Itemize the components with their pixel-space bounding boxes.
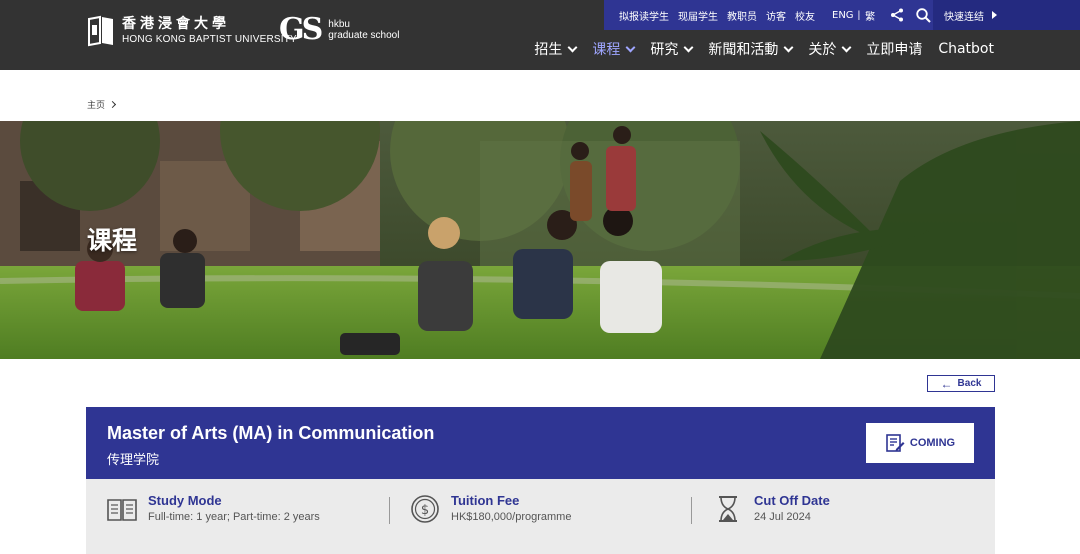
tuition-fee-item: $ Tuition Fee HK$180,000/programme bbox=[409, 493, 571, 525]
gs-line-hkbu: hkbu bbox=[328, 19, 350, 30]
nav-chatbot[interactable]: Chatbot bbox=[938, 41, 994, 57]
chevron-right-icon bbox=[108, 100, 117, 109]
gs-line-graduate-school: graduate school bbox=[328, 30, 400, 41]
nav-about[interactable]: 关於 bbox=[808, 39, 852, 59]
share-icon[interactable] bbox=[890, 6, 904, 24]
coin-dollar-icon: $ bbox=[411, 495, 439, 523]
study-mode-value: Full-time: 1 year; Part-time: 2 years bbox=[148, 510, 320, 523]
hero-campus-photo bbox=[0, 121, 1080, 359]
nav-research[interactable]: 研究 bbox=[650, 39, 694, 59]
hourglass-icon bbox=[719, 496, 737, 522]
hkbu-logo[interactable]: 香港浸會大學 HONG KONG BAPTIST UNIVERSITY bbox=[86, 14, 297, 48]
programme-faculty: 传理学院 bbox=[107, 453, 160, 468]
link-prospective-students[interactable]: 拟报读学生 bbox=[619, 8, 669, 23]
back-button[interactable]: ← Back bbox=[927, 375, 995, 392]
link-current-students[interactable]: 现届学生 bbox=[678, 8, 718, 23]
graduate-school-logo[interactable]: GS hkbu graduate school bbox=[279, 14, 399, 46]
chevron-down-icon bbox=[567, 42, 578, 52]
hkbu-emblem-icon bbox=[88, 15, 113, 47]
info-divider bbox=[691, 497, 692, 524]
application-status-label: COMING bbox=[909, 437, 956, 449]
page-title: 课程 bbox=[87, 226, 138, 255]
chevron-down-icon bbox=[783, 42, 794, 52]
study-mode-item: Study Mode Full-time: 1 year; Part-time:… bbox=[106, 493, 320, 525]
cut-off-date-label: Cut Off Date bbox=[754, 493, 830, 508]
chevron-down-icon bbox=[683, 42, 694, 52]
svg-text:$: $ bbox=[421, 503, 429, 518]
programme-title: Master of Arts (MA) in Communication bbox=[107, 423, 435, 443]
tuition-fee-value: HK$180,000/programme bbox=[451, 510, 572, 523]
logo-english-name: HONG KONG BAPTIST UNIVERSITY bbox=[122, 34, 297, 45]
info-divider bbox=[389, 497, 390, 524]
cut-off-date-item: Cut Off Date 24 Jul 2024 bbox=[712, 493, 830, 525]
breadcrumb-home[interactable]: 主页 bbox=[87, 98, 105, 111]
caret-right-icon bbox=[992, 11, 997, 19]
study-mode-label: Study Mode bbox=[148, 493, 222, 508]
application-status-button[interactable]: COMING bbox=[866, 423, 974, 463]
nav-apply-now[interactable]: 立即申请 bbox=[866, 39, 922, 59]
quick-links-label: 快速连结 bbox=[944, 11, 984, 23]
link-alumni[interactable]: 校友 bbox=[795, 8, 815, 23]
open-book-icon bbox=[107, 499, 137, 521]
breadcrumb: 主页 bbox=[87, 98, 117, 111]
hero-banner: 课程 bbox=[0, 121, 1080, 359]
logo-chinese-name: 香港浸會大學 bbox=[122, 16, 230, 32]
back-button-label: Back bbox=[957, 378, 982, 389]
tuition-fee-label: Tuition Fee bbox=[451, 493, 520, 508]
nav-admissions[interactable]: 招生 bbox=[534, 39, 578, 59]
main-navigation: 招生 课程 研究 新聞和活動 关於 立即申请 Chatbot bbox=[518, 38, 994, 60]
programme-banner: Master of Arts (MA) in Communication 传理学… bbox=[86, 407, 995, 479]
arrow-left-icon: ← bbox=[940, 376, 953, 391]
programme-info-strip: Study Mode Full-time: 1 year; Part-time:… bbox=[86, 479, 995, 554]
nav-programmes[interactable]: 课程 bbox=[592, 39, 636, 59]
quick-links-button[interactable]: 快速连结 bbox=[933, 0, 1080, 30]
cut-off-date-value: 24 Jul 2024 bbox=[754, 510, 811, 523]
nav-news-events[interactable]: 新聞和活動 bbox=[708, 39, 794, 59]
gs-mark: GS bbox=[279, 12, 323, 47]
lang-traditional-link[interactable]: 繁 bbox=[865, 8, 875, 23]
link-visitors[interactable]: 访客 bbox=[766, 8, 786, 23]
link-staff[interactable]: 教职员 bbox=[727, 8, 757, 23]
audience-bar: 拟报读学生 现届学生 教职员 访客 校友 ENG | 繁 bbox=[604, 0, 933, 30]
chevron-down-icon bbox=[841, 42, 852, 52]
lang-separator: | bbox=[857, 9, 861, 21]
lang-eng-link[interactable]: ENG bbox=[832, 10, 854, 21]
chevron-down-icon bbox=[625, 42, 636, 52]
site-header: 香港浸會大學 HONG KONG BAPTIST UNIVERSITY GS h… bbox=[0, 0, 1080, 70]
search-icon[interactable] bbox=[916, 6, 931, 24]
edit-form-icon bbox=[886, 434, 905, 452]
